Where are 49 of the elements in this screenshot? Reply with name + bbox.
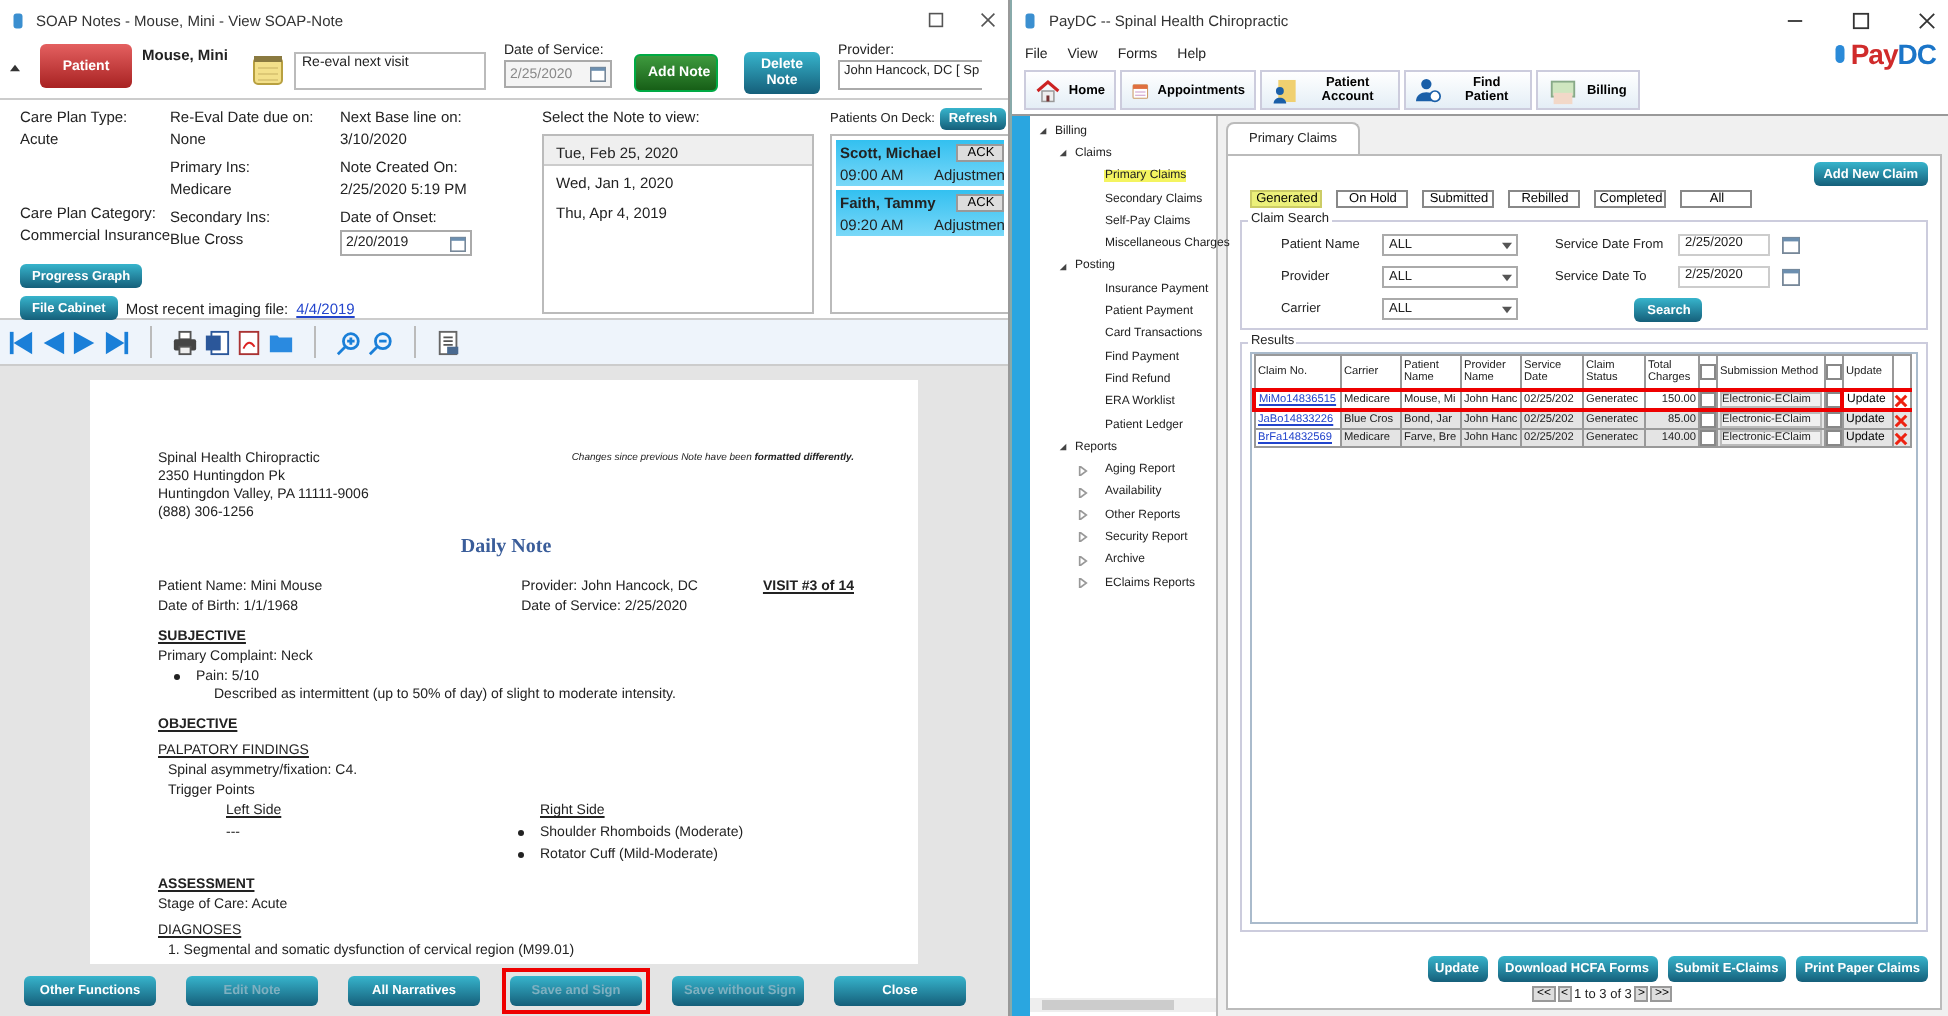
bill-icon (1548, 75, 1579, 105)
expand-icon[interactable] (1058, 442, 1069, 453)
expand-icon[interactable] (1038, 126, 1049, 137)
document-icon[interactable] (436, 329, 462, 355)
checkbox[interactable] (1700, 412, 1715, 428)
calendar-icon[interactable] (1782, 268, 1801, 286)
checkbox[interactable] (1826, 364, 1841, 380)
bullet-icon (518, 830, 524, 836)
app-icon (12, 11, 24, 29)
person-folder-icon (1272, 75, 1299, 105)
next-page-icon[interactable] (72, 329, 98, 355)
delete-icon[interactable] (1894, 431, 1909, 445)
maximize-icon[interactable] (1852, 11, 1870, 29)
house-icon (1036, 75, 1061, 105)
app-icon (1024, 11, 1037, 29)
first-page-icon[interactable] (8, 329, 34, 355)
collapse-icon[interactable] (10, 64, 20, 72)
logo: PayDC (1850, 38, 1936, 70)
logo-icon (1834, 44, 1847, 64)
maximize-icon[interactable] (928, 12, 945, 28)
calendar-icon[interactable] (450, 235, 466, 251)
dropdown-arrow-icon (1502, 305, 1513, 313)
bullet-icon (518, 852, 524, 858)
printer-icon[interactable] (172, 329, 198, 355)
pdf-icon[interactable] (236, 329, 262, 355)
checkbox[interactable] (1700, 431, 1715, 445)
word-document-icon[interactable] (204, 329, 230, 355)
scrollbar[interactable] (1030, 998, 1217, 1012)
expand-icon[interactable] (1058, 261, 1069, 272)
close-icon[interactable] (980, 12, 997, 28)
zoom-out-icon[interactable] (368, 329, 394, 355)
calendar-icon[interactable] (1782, 236, 1801, 254)
expand-icon[interactable] (1058, 148, 1069, 159)
zoom-in-icon[interactable] (336, 329, 362, 355)
dropdown-arrow-icon (1502, 241, 1513, 249)
last-page-icon[interactable] (104, 329, 130, 355)
checkbox[interactable] (1826, 431, 1841, 445)
checkbox[interactable] (1700, 364, 1715, 380)
delete-icon[interactable] (1894, 394, 1909, 406)
previous-page-icon[interactable] (40, 329, 66, 355)
checkbox[interactable] (1700, 394, 1715, 406)
document-title: Daily Note (458, 536, 554, 558)
delete-icon[interactable] (1894, 413, 1909, 427)
bullet-icon (174, 674, 180, 680)
checkbox[interactable] (1826, 412, 1841, 428)
notepad-icon (252, 54, 284, 86)
dropdown-arrow-icon (1502, 273, 1513, 281)
close-icon[interactable] (1918, 11, 1936, 29)
person-search-icon (1416, 75, 1445, 105)
